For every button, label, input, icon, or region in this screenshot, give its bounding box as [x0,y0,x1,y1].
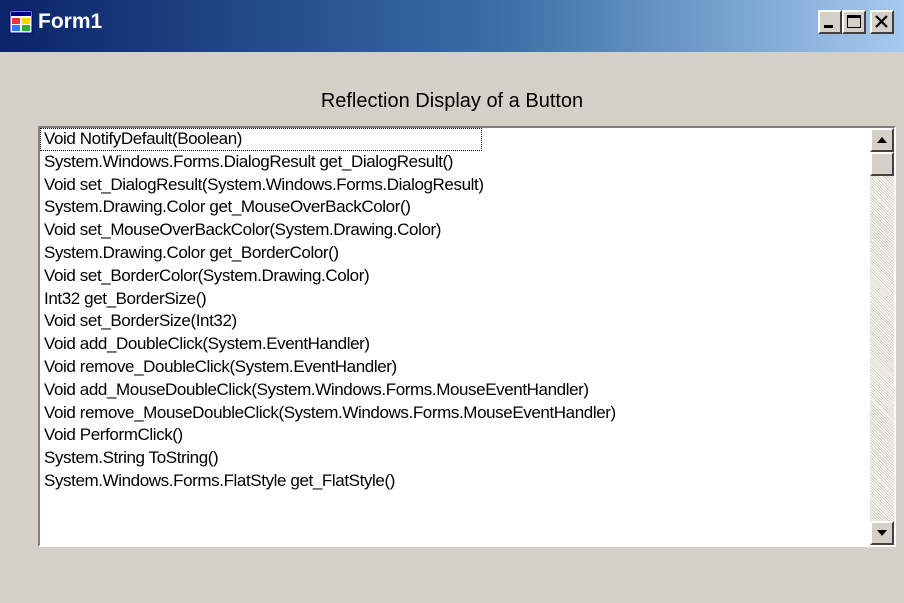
scroll-down-button[interactable] [870,521,894,545]
list-item[interactable]: Void set_BorderSize(Int32) [40,310,872,333]
list-item[interactable]: Void remove_MouseDoubleClick(System.Wind… [40,402,872,425]
window-title: Form1 [38,10,103,33]
listbox-items: Void NotifyDefault(Boolean) System.Windo… [40,128,872,493]
form1-window: Form1 Reflection Display of a Button Voi… [0,0,904,603]
scroll-up-button[interactable] [870,128,894,152]
scrollbar-thumb[interactable] [870,152,894,176]
list-item[interactable]: System.Windows.Forms.DialogResult get_Di… [40,151,872,174]
arrow-down-icon [877,530,887,536]
list-item[interactable]: System.String ToString() [40,447,872,470]
form-heading: Reflection Display of a Button [320,90,584,112]
title-bar[interactable]: Form1 [0,0,904,52]
list-item[interactable]: Void set_DialogResult(System.Windows.For… [40,174,872,197]
close-icon [875,15,888,28]
form-icon[interactable] [9,10,33,34]
list-item[interactable]: Void PerformClick() [40,424,872,447]
arrow-up-icon [877,137,887,143]
list-item[interactable]: Void set_MouseOverBackColor(System.Drawi… [40,219,872,242]
list-item[interactable]: Void NotifyDefault(Boolean) [40,128,482,151]
list-item[interactable]: Void remove_DoubleClick(System.EventHand… [40,356,872,379]
list-item[interactable]: System.Drawing.Color get_MouseOverBackCo… [40,196,872,219]
close-button[interactable] [870,10,894,34]
list-item[interactable]: Void set_BorderColor(System.Drawing.Colo… [40,265,872,288]
method-listbox[interactable]: Void NotifyDefault(Boolean) System.Windo… [38,126,896,547]
list-item[interactable]: Int32 get_BorderSize() [40,288,872,311]
vertical-scrollbar[interactable] [870,128,894,545]
maximize-icon [847,15,861,28]
list-item[interactable]: Void add_DoubleClick(System.EventHandler… [40,333,872,356]
list-item[interactable]: System.Drawing.Color get_BorderColor() [40,242,872,265]
list-item[interactable]: Void add_MouseDoubleClick(System.Windows… [40,379,872,402]
maximize-button[interactable] [842,10,866,34]
list-item[interactable]: System.Windows.Forms.FlatStyle get_FlatS… [40,470,872,493]
minimize-button[interactable] [818,10,842,34]
minimize-icon [824,25,833,28]
